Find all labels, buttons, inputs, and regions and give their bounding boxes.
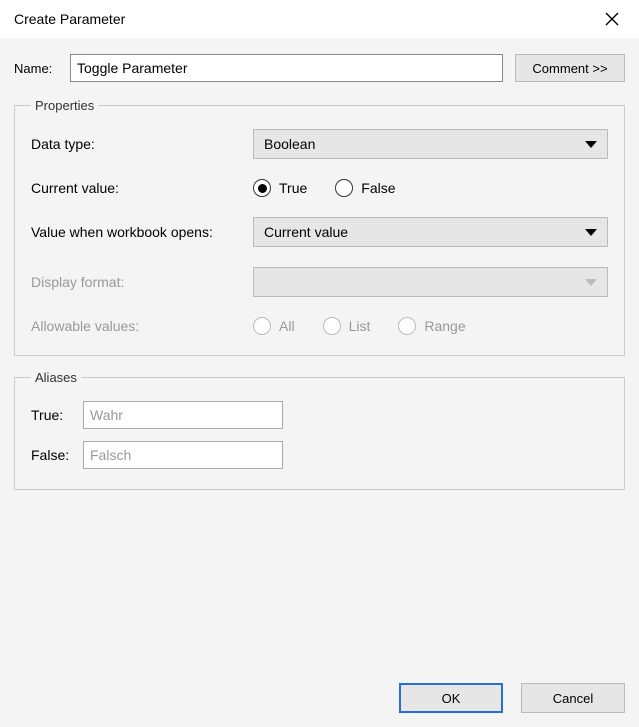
allowable-values-radios: All List Range — [253, 317, 608, 335]
radio-icon — [335, 179, 353, 197]
comment-button[interactable]: Comment >> — [515, 54, 625, 82]
allowable-values-label: Allowable values: — [31, 318, 253, 334]
name-input[interactable] — [70, 54, 503, 82]
alias-true-label: True: — [31, 407, 83, 423]
radio-list: List — [323, 317, 371, 335]
alias-false-row: False: — [31, 441, 608, 469]
data-type-select[interactable]: Boolean — [253, 129, 608, 159]
radio-true[interactable]: True — [253, 179, 307, 197]
alias-true-row: True: — [31, 401, 608, 429]
chevron-down-icon — [585, 141, 597, 148]
radio-icon — [253, 179, 271, 197]
current-value-radios: True False — [253, 179, 608, 197]
dialog-body: Name: Comment >> Properties Data type: B… — [0, 38, 639, 727]
cancel-button[interactable]: Cancel — [521, 683, 625, 713]
dialog-title: Create Parameter — [14, 11, 125, 27]
radio-list-label: List — [349, 318, 371, 334]
data-type-value: Boolean — [264, 136, 315, 152]
radio-all: All — [253, 317, 295, 335]
radio-false-label: False — [361, 180, 395, 196]
workbook-open-value: Current value — [264, 224, 348, 240]
name-row: Name: Comment >> — [14, 54, 625, 82]
chevron-down-icon — [585, 279, 597, 286]
radio-icon — [253, 317, 271, 335]
radio-false[interactable]: False — [335, 179, 395, 197]
name-label: Name: — [14, 61, 70, 76]
data-type-label: Data type: — [31, 136, 253, 152]
radio-range-label: Range — [424, 318, 465, 334]
radio-icon — [398, 317, 416, 335]
workbook-open-select[interactable]: Current value — [253, 217, 608, 247]
current-value-label: Current value: — [31, 180, 253, 196]
radio-icon — [323, 317, 341, 335]
radio-all-label: All — [279, 318, 295, 334]
chevron-down-icon — [585, 229, 597, 236]
alias-true-input[interactable] — [83, 401, 283, 429]
ok-button[interactable]: OK — [399, 683, 503, 713]
close-button[interactable] — [595, 5, 629, 33]
radio-true-label: True — [279, 180, 307, 196]
titlebar: Create Parameter — [0, 0, 639, 38]
workbook-open-row: Value when workbook opens: Current value — [31, 217, 608, 247]
properties-group: Properties Data type: Boolean Current va… — [14, 98, 625, 356]
radio-range: Range — [398, 317, 465, 335]
display-format-label: Display format: — [31, 274, 253, 290]
aliases-legend: Aliases — [31, 370, 81, 385]
display-format-select — [253, 267, 608, 297]
close-icon — [605, 12, 619, 26]
alias-false-input[interactable] — [83, 441, 283, 469]
allowable-values-row: Allowable values: All List Range — [31, 317, 608, 335]
data-type-row: Data type: Boolean — [31, 129, 608, 159]
current-value-row: Current value: True False — [31, 179, 608, 197]
alias-false-label: False: — [31, 447, 83, 463]
dialog-footer: OK Cancel — [399, 683, 625, 713]
properties-legend: Properties — [31, 98, 98, 113]
workbook-open-label: Value when workbook opens: — [31, 224, 253, 240]
aliases-group: Aliases True: False: — [14, 370, 625, 490]
display-format-row: Display format: — [31, 267, 608, 297]
